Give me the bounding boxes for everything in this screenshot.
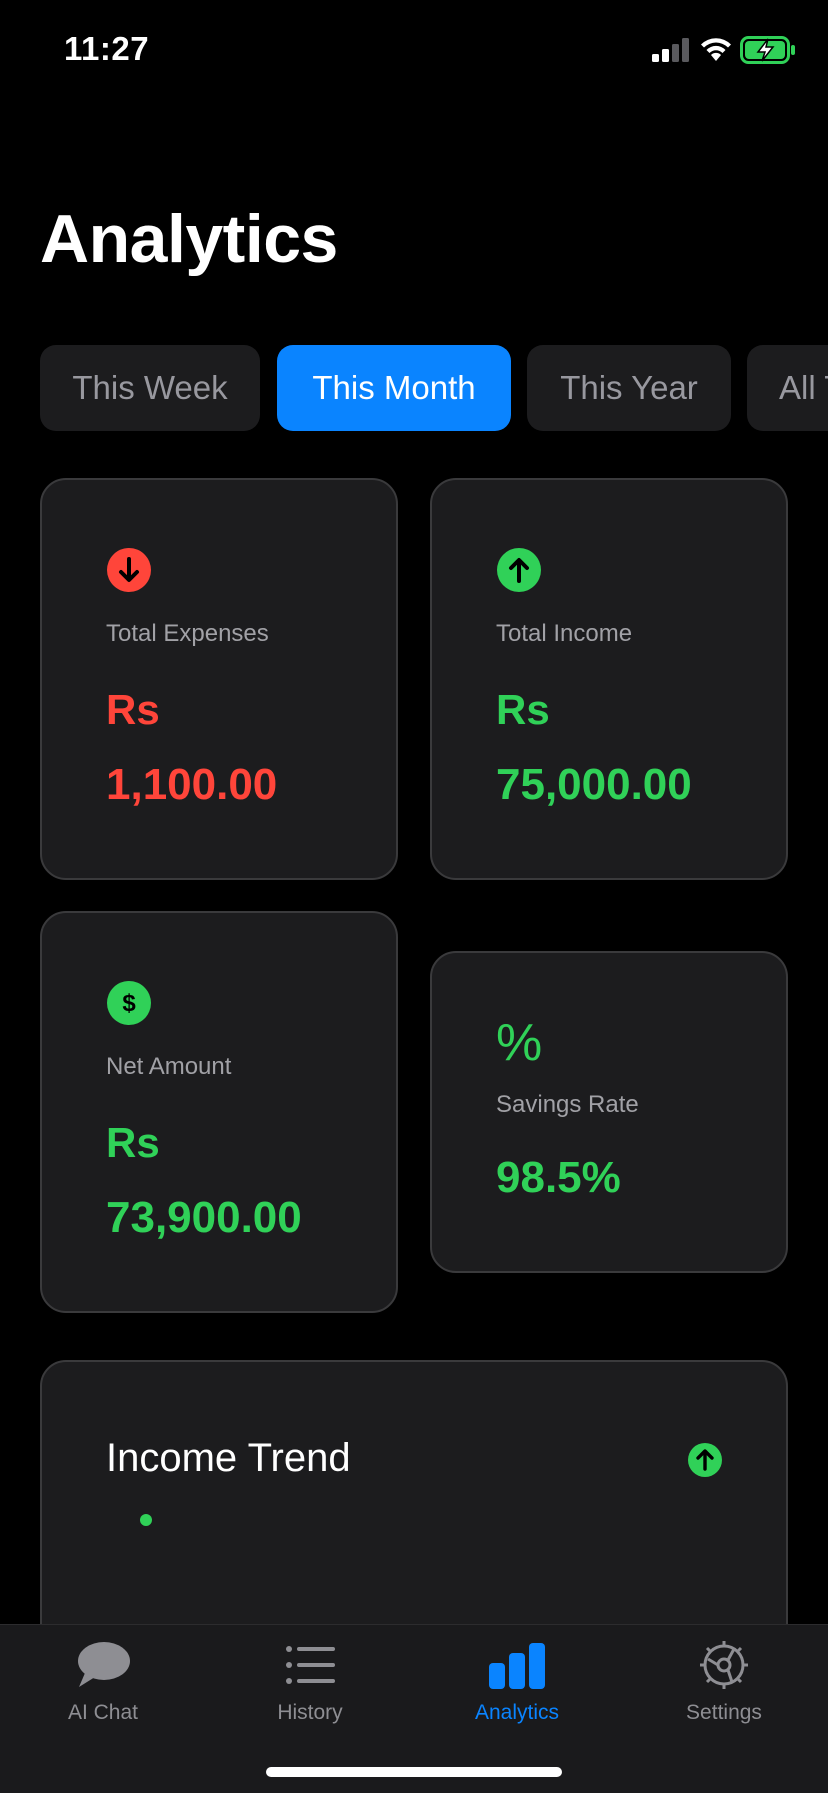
income-trend-title: Income Trend (106, 1436, 351, 1480)
wifi-icon (701, 38, 731, 61)
list-icon (286, 1646, 335, 1684)
home-indicator[interactable] (266, 1767, 562, 1777)
savings-value: 98.5% (496, 1153, 621, 1202)
tab-this-week[interactable]: This Week (40, 345, 260, 431)
battery-charging-icon (740, 36, 795, 64)
chat-bubble-icon (78, 1642, 130, 1687)
arrow-down-circle-icon (107, 548, 151, 592)
arrow-up-circle-icon (688, 1443, 722, 1477)
svg-text:$: $ (122, 990, 136, 1017)
total-income-card[interactable]: Total Income Rs 75,000.00 (430, 478, 788, 880)
tab-this-year[interactable]: This Year (527, 345, 731, 431)
tab-ai-chat[interactable]: AI Chat (23, 1639, 183, 1739)
total-expenses-card[interactable]: Total Expenses Rs 1,100.00 (40, 478, 398, 880)
tab-analytics[interactable]: Analytics (437, 1639, 597, 1739)
gear-icon (700, 1641, 748, 1689)
page-title: Analytics (40, 201, 338, 277)
income-amount: 75,000.00 (496, 760, 692, 809)
expenses-amount: 1,100.00 (106, 760, 278, 809)
net-amount: 73,900.00 (106, 1193, 302, 1242)
tab-history[interactable]: History (230, 1639, 390, 1739)
net-amount-card[interactable]: $ Net Amount Rs 73,900.00 (40, 911, 398, 1313)
tab-label: History (277, 1701, 343, 1724)
status-bar: 11:27 (0, 0, 828, 100)
period-selector: This Week This Month This Year All Time (40, 345, 828, 431)
bar-chart-icon (489, 1643, 545, 1689)
tab-all-time[interactable]: All Time (747, 345, 828, 431)
tab-label: Settings (686, 1701, 762, 1724)
income-currency: Rs (496, 686, 550, 733)
income-trend-card[interactable]: Income Trend (40, 1360, 788, 1660)
status-time: 11:27 (64, 30, 150, 67)
arrow-up-circle-icon (497, 548, 541, 592)
income-label: Total Income (496, 620, 633, 647)
tab-settings[interactable]: Settings (644, 1639, 804, 1739)
expenses-currency: Rs (106, 686, 160, 733)
dollar-circle-icon: $ (107, 981, 151, 1025)
tab-this-month[interactable]: This Month (277, 345, 511, 431)
net-currency: Rs (106, 1119, 160, 1166)
savings-label: Savings Rate (496, 1091, 639, 1118)
tab-label: AI Chat (67, 1701, 139, 1724)
trend-data-point (140, 1514, 152, 1526)
expenses-label: Total Expenses (106, 620, 269, 647)
tab-label: Analytics (474, 1701, 560, 1724)
savings-rate-card[interactable]: % Savings Rate 98.5% (430, 951, 788, 1273)
net-label: Net Amount (106, 1053, 232, 1080)
percent-icon: % (496, 1014, 543, 1072)
cellular-signal-icon (652, 38, 689, 62)
